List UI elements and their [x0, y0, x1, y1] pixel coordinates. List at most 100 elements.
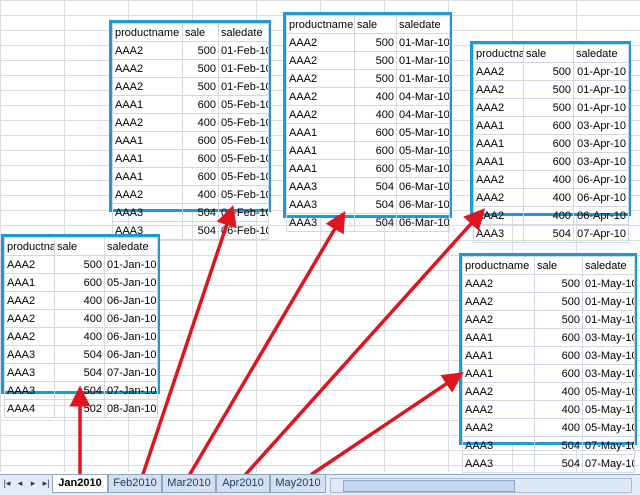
table-cell[interactable]: AAA1: [286, 159, 355, 178]
table-cell[interactable]: AAA2: [112, 59, 183, 78]
table-cell[interactable]: 600: [523, 116, 574, 135]
table-cell[interactable]: 400: [534, 382, 583, 401]
table-cell[interactable]: AAA2: [473, 206, 524, 225]
table-cell[interactable]: 504: [354, 195, 397, 214]
table-cell[interactable]: 504: [182, 203, 219, 222]
table-cell[interactable]: 03-May-10: [582, 328, 635, 347]
table-cell[interactable]: 502: [54, 399, 105, 418]
table-cell[interactable]: 03-Apr-10: [573, 116, 629, 135]
table-cell[interactable]: AAA2: [462, 400, 535, 419]
table-cell[interactable]: AAA2: [286, 87, 355, 106]
next-sheet-icon[interactable]: ▸: [28, 478, 38, 489]
table-cell[interactable]: AAA1: [462, 346, 535, 365]
table-cell[interactable]: 01-Mar-10: [396, 69, 450, 88]
table-cell[interactable]: 05-Jan-10: [104, 273, 158, 292]
table-cell[interactable]: AAA1: [473, 152, 524, 171]
table-cell[interactable]: 600: [523, 152, 574, 171]
table-cell[interactable]: 400: [523, 188, 574, 207]
table-cell[interactable]: AAA2: [4, 291, 55, 310]
table-cell[interactable]: AAA1: [473, 116, 524, 135]
table-cell[interactable]: 04-Mar-10: [396, 87, 450, 106]
table-cell[interactable]: 400: [54, 327, 105, 346]
table-cell[interactable]: 500: [523, 98, 574, 117]
table-cell[interactable]: 500: [354, 51, 397, 70]
table-cell[interactable]: 600: [534, 328, 583, 347]
table-cell[interactable]: 07-Jan-10: [104, 363, 158, 382]
table-cell[interactable]: AAA1: [462, 364, 535, 383]
table-cell[interactable]: 05-Mar-10: [396, 159, 450, 178]
column-header[interactable]: productna: [473, 44, 524, 63]
table-cell[interactable]: 400: [54, 309, 105, 328]
table-cell[interactable]: 05-Mar-10: [396, 123, 450, 142]
table-cell[interactable]: AAA3: [112, 203, 183, 222]
table-cell[interactable]: 400: [54, 291, 105, 310]
table-cell[interactable]: 06-Apr-10: [573, 206, 629, 225]
table-cell[interactable]: 504: [54, 363, 105, 382]
tab-apr2010[interactable]: Apr2010: [216, 475, 270, 493]
table-cell[interactable]: 400: [182, 113, 219, 132]
table-cell[interactable]: AAA1: [286, 123, 355, 142]
column-header[interactable]: sale: [182, 23, 219, 42]
table-cell[interactable]: 08-Jan-10: [104, 399, 158, 418]
table-cell[interactable]: 06-Feb-10: [218, 203, 269, 222]
table-cell[interactable]: AAA1: [462, 328, 535, 347]
table-cell[interactable]: AAA1: [4, 273, 55, 292]
table-cell[interactable]: 06-Apr-10: [573, 170, 629, 189]
column-header[interactable]: saledate: [218, 23, 269, 42]
table-cell[interactable]: 600: [354, 141, 397, 160]
table-cell[interactable]: AAA1: [112, 149, 183, 168]
table-cell[interactable]: 400: [354, 87, 397, 106]
table-cell[interactable]: AAA3: [4, 363, 55, 382]
table-cell[interactable]: 01-Apr-10: [573, 80, 629, 99]
table-cell[interactable]: AAA2: [473, 62, 524, 81]
table-cell[interactable]: 500: [354, 69, 397, 88]
table-cell[interactable]: 400: [523, 206, 574, 225]
table-cell[interactable]: AAA3: [286, 195, 355, 214]
table-cell[interactable]: AAA2: [473, 170, 524, 189]
table-cell[interactable]: 04-Mar-10: [396, 105, 450, 124]
table-cell[interactable]: 500: [354, 33, 397, 52]
table-cell[interactable]: 01-Apr-10: [573, 98, 629, 117]
table-cell[interactable]: 07-Jan-10: [104, 381, 158, 400]
table-cell[interactable]: 600: [182, 95, 219, 114]
table-cell[interactable]: 01-May-10: [582, 310, 635, 329]
table-cell[interactable]: 01-Mar-10: [396, 33, 450, 52]
table-cell[interactable]: 500: [534, 274, 583, 293]
table-cell[interactable]: 01-Feb-10: [218, 59, 269, 78]
table-cell[interactable]: 500: [182, 59, 219, 78]
table-cell[interactable]: 06-Mar-10: [396, 195, 450, 214]
table-cell[interactable]: 03-Apr-10: [573, 152, 629, 171]
table-cell[interactable]: 05-Feb-10: [218, 185, 269, 204]
table-cell[interactable]: 06-Mar-10: [396, 177, 450, 196]
table-cell[interactable]: AAA3: [473, 224, 524, 243]
table-cell[interactable]: AAA2: [462, 274, 535, 293]
table-cell[interactable]: AAA2: [4, 327, 55, 346]
table-cell[interactable]: 05-Feb-10: [218, 149, 269, 168]
table-cell[interactable]: 504: [523, 224, 574, 243]
table-cell[interactable]: 07-May-10: [582, 454, 635, 473]
table-cell[interactable]: AAA1: [286, 141, 355, 160]
table-cell[interactable]: 600: [354, 159, 397, 178]
column-header[interactable]: saledate: [396, 15, 450, 34]
table-cell[interactable]: 01-Jan-10: [104, 255, 158, 274]
table-cell[interactable]: 500: [182, 77, 219, 96]
table-cell[interactable]: 07-May-10: [582, 436, 635, 455]
table-cell[interactable]: 05-May-10: [582, 382, 635, 401]
table-cell[interactable]: 504: [54, 345, 105, 364]
table-cell[interactable]: 07-Apr-10: [573, 224, 629, 243]
table-cell[interactable]: AAA2: [473, 98, 524, 117]
table-cell[interactable]: 504: [54, 381, 105, 400]
tab-feb2010[interactable]: Feb2010: [108, 475, 162, 493]
column-header[interactable]: sale: [534, 256, 583, 275]
column-header[interactable]: saledate: [582, 256, 635, 275]
column-header[interactable]: sale: [354, 15, 397, 34]
column-header[interactable]: sale: [54, 237, 105, 256]
table-cell[interactable]: 400: [534, 400, 583, 419]
table-cell[interactable]: 600: [182, 131, 219, 150]
table-cell[interactable]: 06-Jan-10: [104, 345, 158, 364]
table-cell[interactable]: AAA2: [462, 292, 535, 311]
table-cell[interactable]: 05-Feb-10: [218, 95, 269, 114]
table-cell[interactable]: AAA1: [112, 131, 183, 150]
table-cell[interactable]: 500: [534, 310, 583, 329]
column-header[interactable]: saledate: [104, 237, 158, 256]
